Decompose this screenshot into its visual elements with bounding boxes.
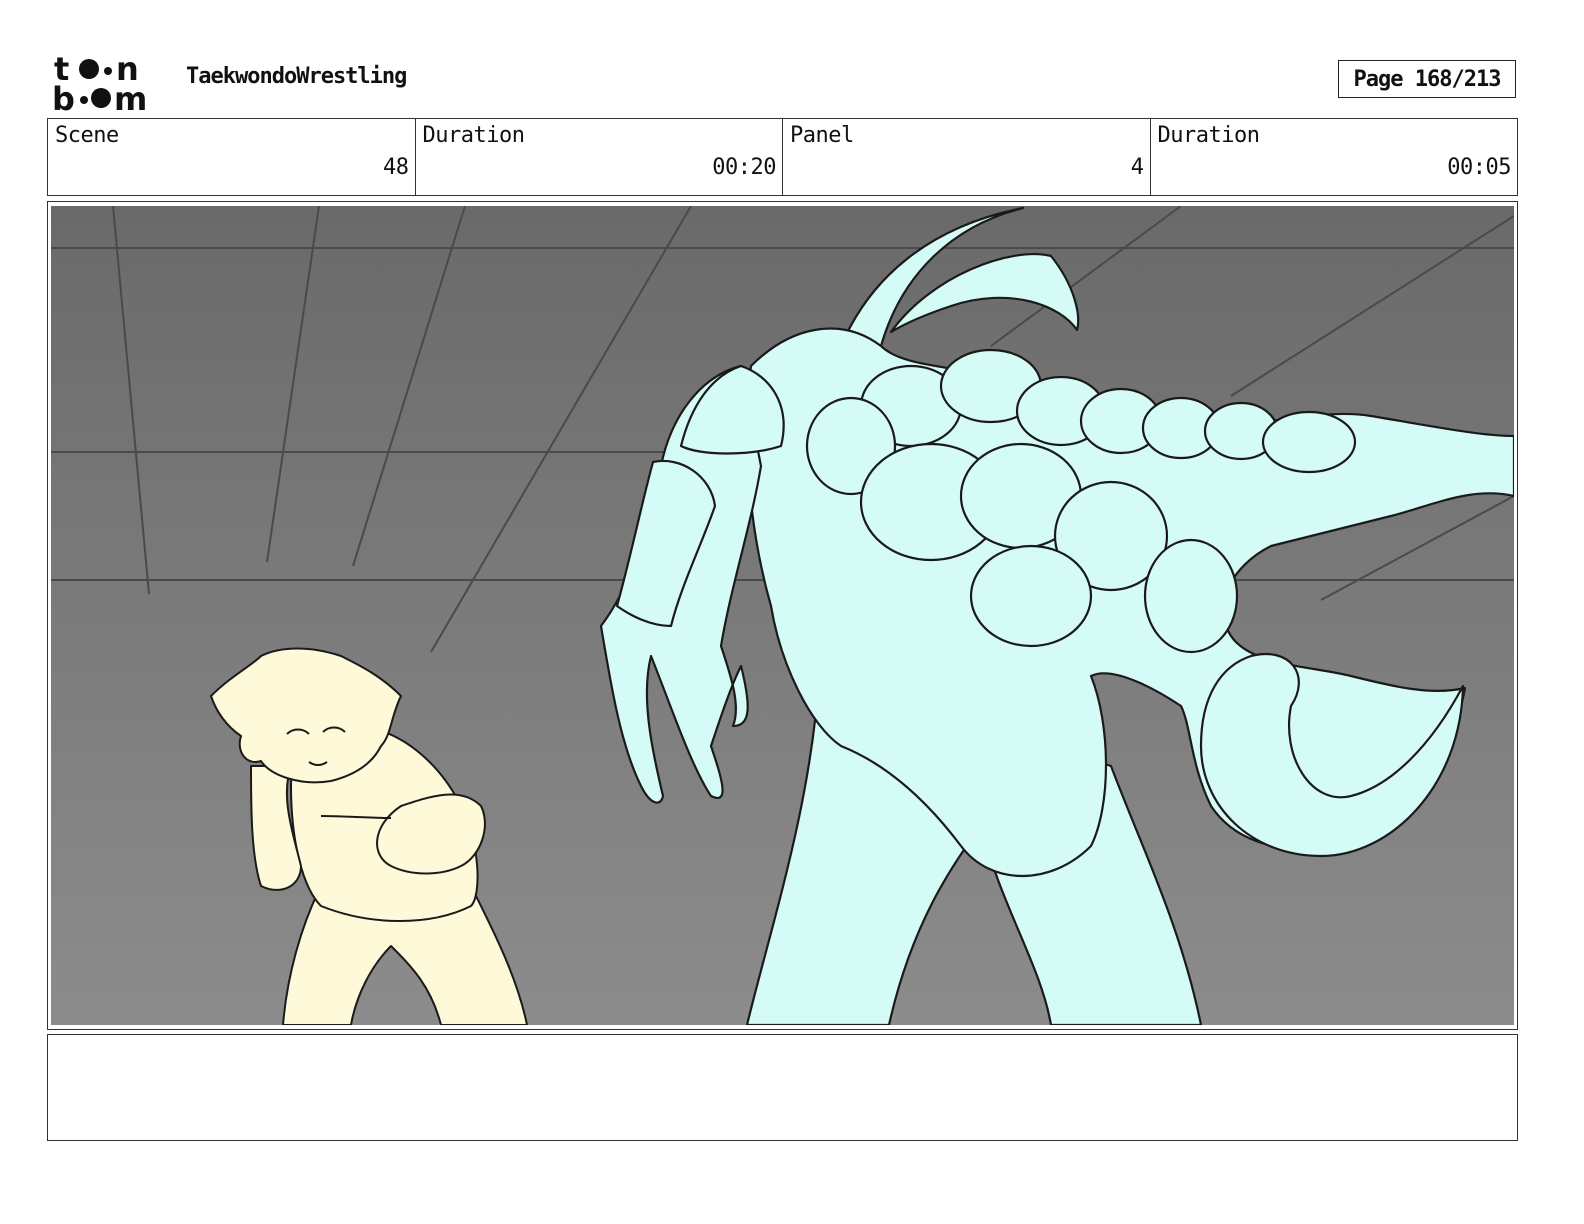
scene-duration-cell: Duration 00:20 (416, 119, 783, 195)
panel-artwork (51, 206, 1514, 1025)
scene-duration-label: Duration (422, 123, 525, 148)
toon-boom-logo: t n b m (52, 50, 147, 114)
svg-text:b: b (52, 80, 75, 114)
panel-label: Panel (790, 123, 854, 148)
panel-duration-value: 00:05 (1447, 155, 1511, 180)
storyboard-panel (47, 201, 1518, 1030)
panel-notes (47, 1034, 1518, 1141)
panel-value: 4 (1130, 155, 1144, 180)
svg-text:m: m (114, 80, 147, 114)
scene-cell: Scene 48 (48, 119, 416, 195)
scene-duration-value: 00:20 (712, 155, 776, 180)
panel-duration-label: Duration (1157, 123, 1260, 148)
page-number: Page 168/213 (1338, 60, 1516, 98)
panel-cell: Panel 4 (783, 119, 1151, 195)
scene-label: Scene (55, 123, 119, 148)
panel-info-table: Scene 48 Duration 00:20 Panel 4 Duration… (47, 118, 1518, 196)
project-title: TaekwondoWrestling (186, 64, 407, 89)
panel-duration-cell: Duration 00:05 (1151, 119, 1518, 195)
scene-value: 48 (383, 155, 409, 180)
